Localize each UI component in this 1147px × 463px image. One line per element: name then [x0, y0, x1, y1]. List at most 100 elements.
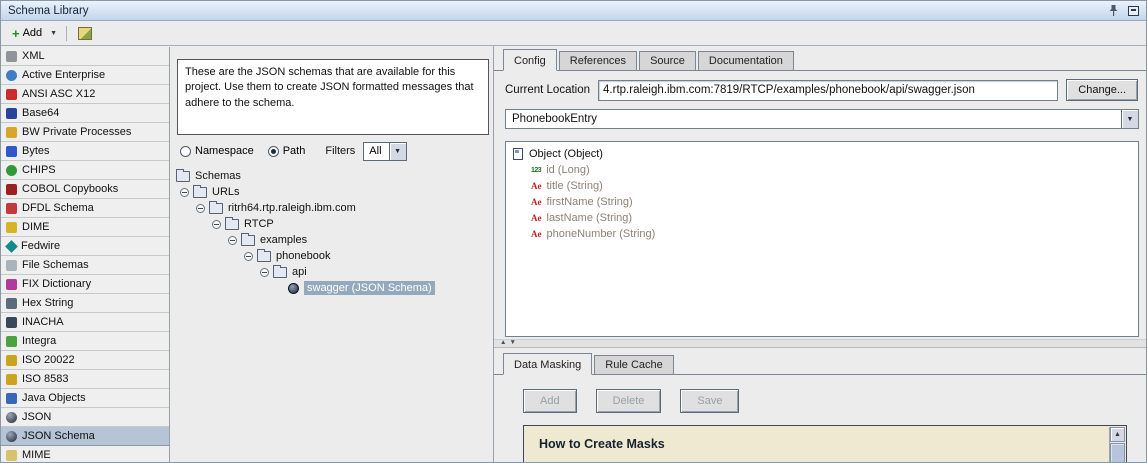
- iso-20022-icon: [6, 355, 17, 366]
- titlebar[interactable]: Schema Library: [1, 1, 1146, 21]
- object-root-node[interactable]: Object (Object): [506, 146, 1138, 162]
- entry-select[interactable]: PhonebookEntry ▼: [505, 109, 1139, 129]
- sidebar-item-java-objects[interactable]: Java Objects: [1, 389, 169, 408]
- add-button[interactable]: + Add: [7, 25, 47, 41]
- tree-node-label: Schemas: [195, 170, 241, 182]
- sidebar-item-integra[interactable]: Integra: [1, 332, 169, 351]
- tab-documentation[interactable]: Documentation: [698, 51, 794, 70]
- sidebar-item-dfdl-schema[interactable]: DFDL Schema: [1, 199, 169, 218]
- path-radio[interactable]: Path: [268, 145, 306, 157]
- tree-node-label: URLs: [212, 186, 240, 198]
- ansi-asc-x12-icon: [6, 89, 17, 100]
- tree-node-schemas[interactable]: Schemas: [170, 168, 493, 184]
- field-node-title[interactable]: Ae title (String): [506, 178, 1138, 194]
- scroll-up-icon[interactable]: ▲: [1110, 427, 1125, 442]
- add-button-label: Add: [23, 27, 43, 39]
- tab-references[interactable]: References: [559, 51, 637, 70]
- field-node-phonenumber[interactable]: Ae phoneNumber (String): [506, 226, 1138, 242]
- chips-icon: [6, 165, 17, 176]
- tree-node-swagger[interactable]: swagger (JSON Schema): [170, 280, 493, 296]
- sidebar-item-label: ISO 20022: [22, 354, 75, 366]
- sidebar-item-base64[interactable]: Base64: [1, 104, 169, 123]
- string-field-icon: Ae: [531, 213, 542, 223]
- collapse-toggle-icon[interactable]: [196, 204, 205, 213]
- field-label: title (String): [547, 180, 603, 192]
- mask-delete-button[interactable]: Delete: [596, 389, 662, 413]
- fix-dictionary-icon: [6, 279, 17, 290]
- library-tool-button[interactable]: [73, 25, 97, 42]
- json-schema-node-icon: [288, 283, 299, 294]
- help-scrollbar[interactable]: ▲: [1109, 427, 1125, 463]
- sidebar-item-dime[interactable]: DIME: [1, 218, 169, 237]
- tab-source[interactable]: Source: [639, 51, 696, 70]
- chevron-down-icon[interactable]: ▼: [389, 143, 406, 160]
- sidebar-item-inacha[interactable]: INACHA: [1, 313, 169, 332]
- sidebar-item-hex-string[interactable]: Hex String: [1, 294, 169, 313]
- collapse-toggle-icon[interactable]: [244, 252, 253, 261]
- folder-icon: [193, 187, 207, 198]
- tree-node-urls[interactable]: URLs: [170, 184, 493, 200]
- tab-config[interactable]: Config: [503, 49, 557, 71]
- schema-type-list: XML Active Enterprise ANSI ASC X12 Base6…: [1, 47, 170, 462]
- iso-8583-icon: [6, 374, 17, 385]
- add-dropdown-arrow-icon[interactable]: ▼: [47, 28, 60, 39]
- window-title: Schema Library: [8, 5, 89, 17]
- current-location-input[interactable]: [598, 80, 1058, 101]
- float-window-icon[interactable]: [1128, 6, 1139, 16]
- namespace-radio[interactable]: Namespace: [180, 145, 254, 157]
- tab-data-masking[interactable]: Data Masking: [503, 353, 592, 375]
- splitter[interactable]: ▲ ▼: [494, 339, 1146, 348]
- sidebar-item-bw-private-processes[interactable]: BW Private Processes: [1, 123, 169, 142]
- sidebar-item-cobol-copybooks[interactable]: COBOL Copybooks: [1, 180, 169, 199]
- chevron-down-icon[interactable]: ▼: [1121, 110, 1138, 128]
- tree-node-label: ritrh64.rtp.raleigh.ibm.com: [228, 202, 356, 214]
- sidebar-item-iso-20022[interactable]: ISO 20022: [1, 351, 169, 370]
- entry-select-value: PhonebookEntry: [506, 113, 1121, 125]
- mask-save-button[interactable]: Save: [680, 389, 739, 413]
- toolbar-separator: [66, 26, 67, 41]
- json-icon: [6, 412, 17, 423]
- collapse-toggle-icon[interactable]: [228, 236, 237, 245]
- sidebar-item-label: INACHA: [22, 316, 64, 328]
- sidebar-item-chips[interactable]: CHIPS: [1, 161, 169, 180]
- field-node-id[interactable]: 123 id (Long): [506, 162, 1138, 178]
- sidebar-item-xml[interactable]: XML: [1, 47, 169, 66]
- field-node-firstname[interactable]: Ae firstName (String): [506, 194, 1138, 210]
- sidebar-item-iso-8583[interactable]: ISO 8583: [1, 370, 169, 389]
- mask-add-button[interactable]: Add: [523, 389, 577, 413]
- sidebar-item-active-enterprise[interactable]: Active Enterprise: [1, 66, 169, 85]
- splitter-down-icon[interactable]: ▼: [509, 340, 515, 347]
- pin-icon[interactable]: [1108, 4, 1119, 17]
- tree-node-host[interactable]: ritrh64.rtp.raleigh.ibm.com: [170, 200, 493, 216]
- change-button[interactable]: Change...: [1066, 79, 1138, 101]
- namespace-radio-label: Namespace: [195, 145, 254, 157]
- tree-node-examples[interactable]: examples: [170, 232, 493, 248]
- collapse-toggle-icon[interactable]: [260, 268, 269, 277]
- sidebar-item-mime[interactable]: MIME: [1, 446, 169, 462]
- sidebar-item-fedwire[interactable]: Fedwire: [1, 237, 169, 256]
- object-root-label: Object (Object): [529, 148, 603, 160]
- string-field-icon: Ae: [531, 229, 542, 239]
- help-title: How to Create Masks: [524, 426, 1126, 463]
- tree-node-phonebook[interactable]: phonebook: [170, 248, 493, 264]
- collapse-toggle-icon[interactable]: [212, 220, 221, 229]
- filters-select[interactable]: All ▼: [363, 142, 406, 161]
- sidebar-item-json[interactable]: JSON: [1, 408, 169, 427]
- collapse-toggle-icon[interactable]: [180, 188, 189, 197]
- tab-rule-cache[interactable]: Rule Cache: [594, 355, 673, 374]
- string-field-icon: Ae: [531, 197, 542, 207]
- splitter-up-icon[interactable]: ▲: [500, 340, 506, 347]
- field-node-lastname[interactable]: Ae lastName (String): [506, 210, 1138, 226]
- tree-node-api[interactable]: api: [170, 264, 493, 280]
- sidebar-item-file-schemas[interactable]: File Schemas: [1, 256, 169, 275]
- sidebar-item-ansi-asc-x12[interactable]: ANSI ASC X12: [1, 85, 169, 104]
- xml-icon: [6, 51, 17, 62]
- sidebar-item-json-schema[interactable]: JSON Schema: [1, 427, 169, 446]
- scrollbar-thumb[interactable]: [1110, 443, 1125, 463]
- field-label: id (Long): [546, 164, 589, 176]
- sidebar-item-label: File Schemas: [22, 259, 89, 271]
- filter-row: Namespace Path Filters All ▼: [180, 140, 489, 162]
- sidebar-item-bytes[interactable]: Bytes: [1, 142, 169, 161]
- tree-node-rtcp[interactable]: RTCP: [170, 216, 493, 232]
- sidebar-item-fix-dictionary[interactable]: FIX Dictionary: [1, 275, 169, 294]
